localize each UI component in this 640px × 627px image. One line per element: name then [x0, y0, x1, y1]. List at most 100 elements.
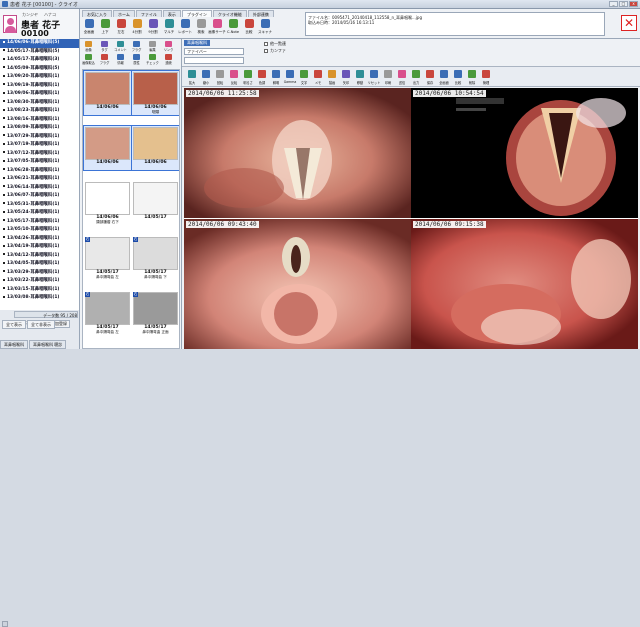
thumbnail-tool-7[interactable]: フラグ: [97, 54, 112, 65]
thumbnail-item[interactable]: 14/05/17: [132, 181, 179, 225]
viewer-tool-10[interactable]: 描画: [326, 69, 338, 86]
ribbon-button-2[interactable]: 左右: [114, 18, 128, 37]
date-list-item[interactable]: 13/04/05-耳鼻咽喉科(1): [0, 260, 79, 269]
viewer-tool-6[interactable]: 鮮明: [270, 69, 282, 86]
viewer-tool-15[interactable]: 送信: [396, 69, 408, 86]
date-list-item[interactable]: 13/06/07-耳鼻咽喉科(1): [0, 192, 79, 201]
window-close-button[interactable]: x: [629, 1, 638, 7]
ribbon-button-1[interactable]: 上下: [98, 18, 112, 37]
viewer-tool-5[interactable]: 色調: [256, 69, 268, 86]
thumbnail-item[interactable]: 右 14/05/17 鼻中隔弯曲 左: [84, 236, 131, 280]
ribbon-button-8[interactable]: 画像サーチ: [208, 18, 226, 37]
thumbnail-item[interactable]: 14/06/06 咽頭: [131, 70, 179, 116]
thumbnail-tool-2[interactable]: コメント: [113, 41, 128, 52]
tab-ent-exam[interactable]: 耳鼻咽喉科 聴診: [29, 340, 67, 349]
minimize-button[interactable]: _: [609, 1, 618, 7]
date-list-item[interactable]: 13/03/08-耳鼻咽喉科(1): [0, 294, 79, 303]
category-select[interactable]: [184, 57, 244, 64]
date-list-item[interactable]: 13/06/28-耳鼻咽喉科(1): [0, 167, 79, 176]
viewer-tool-18[interactable]: 全画面: [438, 69, 450, 86]
date-list-item[interactable]: 13/08/16-耳鼻咽喉科(1): [0, 116, 79, 125]
viewer-tool-1[interactable]: 縮小: [200, 69, 212, 86]
maximize-button[interactable]: □: [619, 1, 628, 7]
thumbnail-item[interactable]: 14/06/06: [131, 125, 179, 171]
date-list-item[interactable]: 14/06/06-耳鼻咽喉科(5): [0, 39, 79, 48]
viewer-tool-11[interactable]: 矢印: [340, 69, 352, 86]
date-list-item[interactable]: 13/09/20-耳鼻咽喉科(1): [0, 73, 79, 82]
date-list-item[interactable]: 13/08/09-耳鼻咽喉科(1): [0, 124, 79, 133]
ribbon-button-5[interactable]: マルチ: [162, 18, 176, 37]
viewer-tool-8[interactable]: 文字: [298, 69, 310, 86]
ribbon-button-4[interactable]: 9分割: [146, 18, 160, 37]
date-list-item[interactable]: 13/09/19-耳鼻咽喉科(1): [0, 82, 79, 91]
date-list-item[interactable]: 13/07/19-耳鼻咽喉科(1): [0, 141, 79, 150]
viewer-tool-14[interactable]: 印刷: [382, 69, 394, 86]
hide-all-button[interactable]: 全て非表示: [27, 320, 55, 329]
viewer-tool-16[interactable]: 出力: [410, 69, 422, 86]
date-list-item[interactable]: 13/04/19-耳鼻咽喉科(1): [0, 243, 79, 252]
date-list-item[interactable]: 13/05/17-耳鼻咽喉科(1): [0, 218, 79, 227]
ribbon-button-7[interactable]: 検索: [194, 18, 208, 37]
date-list-item[interactable]: 13/08/30-耳鼻咽喉科(1): [0, 99, 79, 108]
thumbnail-item[interactable]: 14/06/06: [83, 125, 132, 171]
image-cell-1[interactable]: 2014/06/06 11:25:58: [184, 88, 411, 218]
date-list-item[interactable]: 13/09/06-耳鼻咽喉科(1): [0, 90, 79, 99]
tab-6[interactable]: 外部連携: [247, 10, 274, 17]
viewer-tool-7[interactable]: Gamma: [284, 69, 296, 86]
viewer-tool-0[interactable]: 拡大: [186, 69, 198, 86]
thumbnail-item[interactable]: 14/06/06 頸部腫瘤 右下: [84, 181, 131, 225]
tab-ent[interactable]: 耳鼻咽喉科: [0, 340, 28, 349]
check-linked[interactable]: 他一覧連: [264, 41, 286, 47]
tab-2[interactable]: ファイル: [135, 10, 162, 17]
close-patient-button[interactable]: ✕: [621, 15, 637, 31]
date-list-item[interactable]: 13/06/21-耳鼻咽喉科(1): [0, 175, 79, 184]
thumbnail-item[interactable]: 右 14/05/17 鼻中隔弯曲 正面: [132, 291, 179, 335]
department-select[interactable]: ファイバー: [184, 48, 244, 55]
viewer-tool-19[interactable]: 比較: [452, 69, 464, 86]
date-list-item[interactable]: 13/07/05-耳鼻咽喉科(1): [0, 158, 79, 167]
viewer-tool-3[interactable]: 反転: [228, 69, 240, 86]
tab-1[interactable]: ホーム: [113, 10, 135, 17]
thumbnail-tool-9[interactable]: 属性: [129, 54, 144, 65]
date-list-item[interactable]: 13/03/15-耳鼻咽喉科(1): [0, 286, 79, 295]
date-list-item[interactable]: 13/03/29-耳鼻咽喉科(1): [0, 269, 79, 278]
viewer-tool-17[interactable]: 保存: [424, 69, 436, 86]
viewer-tool-4[interactable]: 明るさ: [242, 69, 254, 86]
scroll-left-icon[interactable]: [2, 621, 8, 627]
thumbnail-tool-6[interactable]: 画像取込: [81, 54, 96, 65]
date-list-item[interactable]: 13/04/12-耳鼻咽喉科(1): [0, 252, 79, 261]
viewer-tool-2[interactable]: 回転: [214, 69, 226, 86]
date-list-item[interactable]: 13/05/31-耳鼻咽喉科(1): [0, 201, 79, 210]
thumbnail-tool-4[interactable]: 編集: [145, 41, 160, 52]
thumbnail-item[interactable]: 右 14/05/17 鼻中隔弯曲 下: [132, 236, 179, 280]
thumbnail-tool-10[interactable]: チェック: [145, 54, 160, 65]
ribbon-button-3[interactable]: 4分割: [130, 18, 144, 37]
tab-0[interactable]: お気に入り: [82, 10, 112, 17]
tab-3[interactable]: 表示: [162, 10, 181, 17]
date-list-item[interactable]: 14/05/17-耳鼻咽喉科(3): [0, 56, 79, 65]
viewer-tool-9[interactable]: メモ: [312, 69, 324, 86]
thumbnail-tool-3[interactable]: フラグ: [129, 41, 144, 52]
image-cell-2[interactable]: 2014/06/06 10:54:54: [411, 88, 638, 218]
viewer-tool-12[interactable]: 移動: [354, 69, 366, 86]
ribbon-button-11[interactable]: スキャナ: [258, 18, 272, 37]
ribbon-button-6[interactable]: レポート: [178, 18, 192, 37]
thumbnail-tool-8[interactable]: 情報: [113, 54, 128, 65]
image-cell-4[interactable]: 2014/06/06 09:15:38: [411, 219, 638, 349]
date-list-item[interactable]: 13/06/14-耳鼻咽喉科(1): [0, 184, 79, 193]
ribbon-button-0[interactable]: 全画面: [82, 18, 96, 37]
date-list-item[interactable]: 14/05/17-耳鼻咽喉科(5): [0, 48, 79, 57]
thumbnail-tool-5[interactable]: リンク: [161, 41, 176, 52]
date-list-item[interactable]: 13/07/29-耳鼻咽喉科(1): [0, 133, 79, 142]
checkbox-icon[interactable]: [264, 42, 268, 46]
date-list-item[interactable]: 13/08/23-耳鼻咽喉科(1): [0, 107, 79, 116]
ribbon-button-9[interactable]: C-Note: [226, 18, 240, 37]
date-list-item[interactable]: 13/03/22-耳鼻咽喉科(1): [0, 277, 79, 286]
image-cell-3[interactable]: 2014/06/06 09:43:40: [184, 219, 411, 349]
date-list-item[interactable]: 13/05/24-耳鼻咽喉科(1): [0, 209, 79, 218]
checkbox-icon[interactable]: [264, 49, 268, 53]
date-list-item[interactable]: 14/05/09-耳鼻咽喉科(5): [0, 65, 79, 74]
tab-4[interactable]: プラグイン: [181, 10, 212, 17]
thumbnail-item[interactable]: 右 14/05/17 鼻中隔弯曲 左: [84, 291, 131, 335]
thumbnail-tool-0[interactable]: 画像: [81, 41, 96, 52]
